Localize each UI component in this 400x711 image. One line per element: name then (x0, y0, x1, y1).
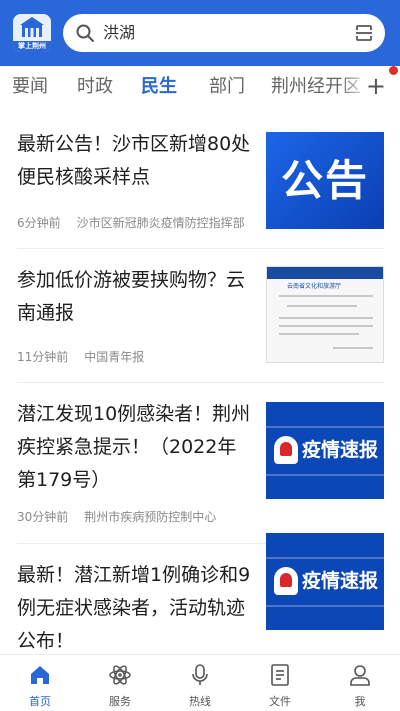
news-title[interactable]: 最新！潜江新增1例确诊和9例无症状感染者，活动轨迹公布！ (17, 559, 255, 658)
tab-bumen[interactable]: 部门 (209, 74, 245, 100)
divider (17, 248, 384, 249)
microphone-icon (192, 664, 208, 685)
nav-documents[interactable]: 文件 (240, 655, 320, 711)
search-bar[interactable]: 洪湖 (63, 14, 385, 52)
news-time: 6分钟前 (17, 216, 61, 230)
logo-text: 掌上荆州 (13, 41, 51, 52)
news-thumbnail[interactable]: 公告 (266, 132, 384, 229)
news-thumbnail[interactable]: 云南省文化和旅游厅 (266, 266, 384, 363)
scan-icon[interactable] (355, 24, 373, 42)
app-header: 掌上荆州 洪湖 (0, 0, 400, 66)
news-time: 30分钟前 (17, 510, 69, 524)
news-meta: 6分钟前 沙市区新冠肺炎疫情防控指挥部 (17, 214, 257, 231)
tab-shizheng[interactable]: 时政 (77, 74, 113, 100)
notification-dot (389, 66, 398, 75)
thumbnail-org-text: 云南省文化和旅游厅 (287, 283, 342, 290)
nav-me[interactable]: 我 (320, 655, 400, 711)
emblem-icon (274, 436, 298, 464)
tab-yaowen[interactable]: 要闻 (12, 74, 48, 100)
thumbnail-text: 公告 (280, 156, 369, 205)
news-meta: 11分钟前 中国青年报 (17, 348, 257, 365)
nav-home[interactable]: 首页 (0, 655, 80, 711)
nav-hotline[interactable]: 热线 (160, 655, 240, 711)
nav-service[interactable]: 服务 (80, 655, 160, 711)
divider (17, 382, 384, 383)
nav-label: 首页 (29, 695, 51, 708)
news-source: 中国青年报 (84, 350, 145, 364)
thumbnail-text: 疫情速报 (302, 439, 379, 461)
nav-label: 热线 (189, 695, 211, 708)
nav-label: 文件 (269, 695, 291, 708)
news-time: 11分钟前 (17, 350, 69, 364)
news-title[interactable]: 潜江发现10例感染者！荆州疾控紧急提示！（2022年第179号） (17, 398, 255, 497)
news-title[interactable]: 参加低价游被要挟购物？云南通报 (17, 264, 255, 330)
search-icon (76, 24, 94, 42)
thumbnail-text: 疫情速报 (302, 570, 379, 592)
bottom-navigation: 首页 服务 热线 文件 我 (0, 654, 400, 711)
news-source: 沙市区新冠肺炎疫情防控指挥部 (76, 216, 245, 230)
atom-icon (109, 665, 131, 685)
category-tabs: 要闻 时政 民生 部门 荆州经开区 + (0, 66, 400, 110)
news-thumbnail[interactable]: 疫情速报 (266, 402, 384, 499)
app-logo[interactable]: 掌上荆州 (13, 14, 51, 52)
search-input[interactable]: 洪湖 (103, 14, 135, 52)
building-icon (20, 17, 44, 37)
document-icon (271, 664, 289, 686)
news-title[interactable]: 最新公告！沙市区新增80处便民核酸采样点 (17, 128, 255, 194)
emblem-icon (274, 567, 298, 595)
user-icon (350, 665, 370, 686)
news-thumbnail[interactable]: 疫情速报 (266, 533, 384, 630)
add-tab-button[interactable]: + (366, 72, 386, 100)
news-source: 荆州市疾病预防控制中心 (84, 510, 217, 524)
tab-minsheng[interactable]: 民生 (141, 74, 177, 100)
nav-label: 我 (354, 695, 366, 708)
nav-label: 服务 (109, 695, 131, 708)
news-meta: 30分钟前 荆州市疾病预防控制中心 (17, 508, 257, 525)
home-icon (31, 666, 49, 684)
